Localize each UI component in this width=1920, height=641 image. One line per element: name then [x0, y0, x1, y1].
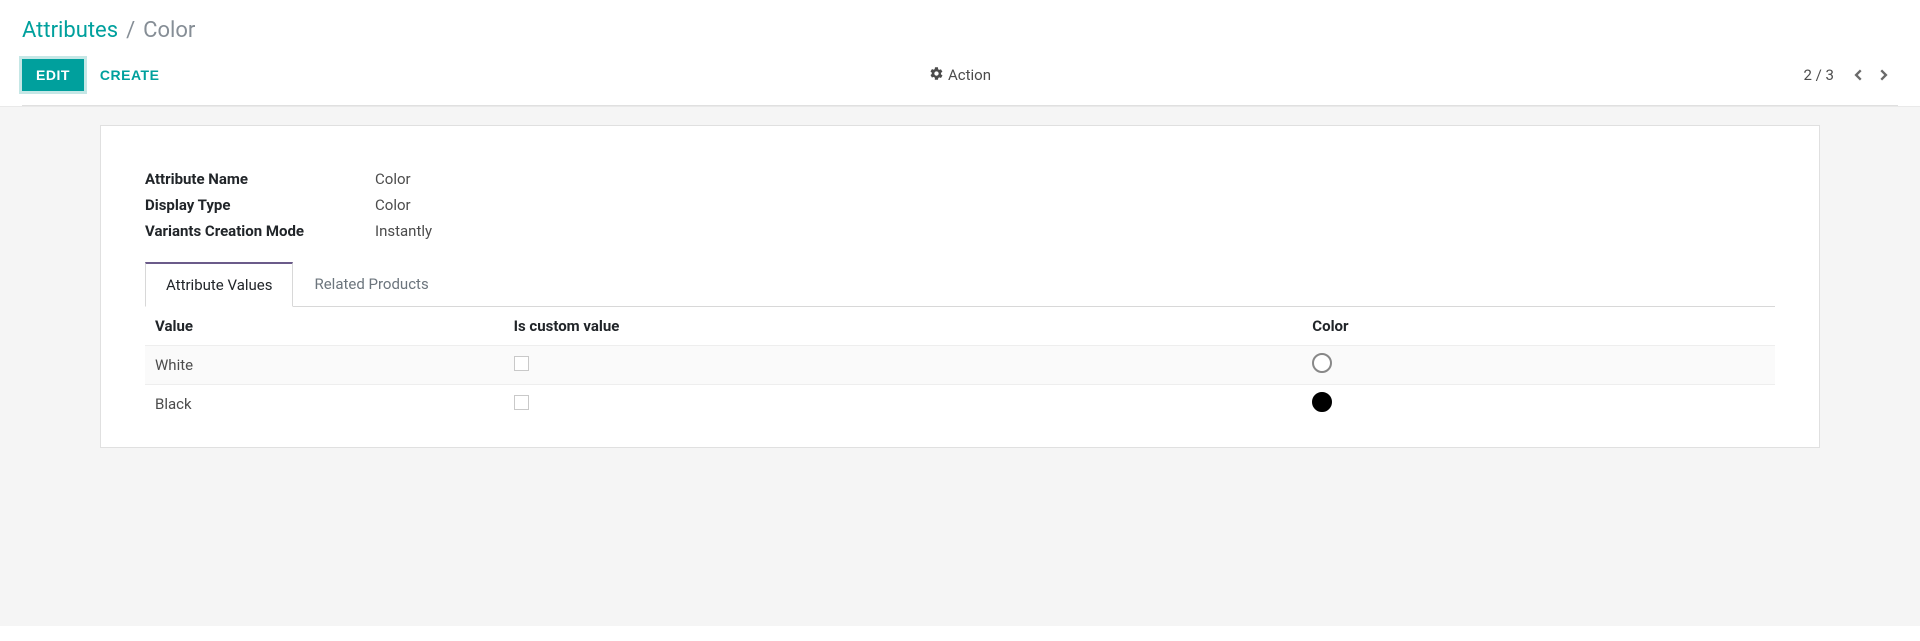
pager-text[interactable]: 2 / 3 — [1804, 66, 1835, 84]
tab-related-products[interactable]: Related Products — [293, 262, 449, 307]
cell-value: Black — [145, 385, 504, 424]
attribute-values-table: Value Is custom value Color WhiteBlack — [145, 307, 1775, 423]
tab-attribute-values[interactable]: Attribute Values — [145, 262, 293, 307]
form-value: Instantly — [375, 222, 432, 240]
form-label: Display Type — [145, 196, 375, 214]
cell-color — [1302, 346, 1775, 385]
checkbox-icon[interactable] — [514, 356, 529, 371]
form-value: Color — [375, 170, 411, 188]
breadcrumb-separator: / — [126, 18, 135, 43]
color-swatch[interactable] — [1312, 392, 1332, 412]
table-row[interactable]: Black — [145, 385, 1775, 424]
action-label: Action — [948, 66, 991, 84]
breadcrumb: Attributes / Color — [22, 18, 1898, 43]
pager-prev-button[interactable] — [1852, 66, 1866, 84]
checkbox-icon[interactable] — [514, 395, 529, 410]
col-header-value[interactable]: Value — [145, 307, 504, 346]
form-label: Variants Creation Mode — [145, 222, 375, 240]
cell-is-custom — [504, 346, 1303, 385]
cell-color — [1302, 385, 1775, 424]
toolbar: EDIT CREATE Action 2 / 3 — [22, 59, 1898, 106]
breadcrumb-root-link[interactable]: Attributes — [22, 18, 118, 43]
cell-value: White — [145, 346, 504, 385]
gear-icon — [929, 66, 944, 85]
edit-button[interactable]: EDIT — [22, 59, 84, 91]
form-label: Attribute Name — [145, 170, 375, 188]
create-button[interactable]: CREATE — [100, 67, 160, 83]
form-row: Attribute NameColor — [145, 170, 1775, 188]
color-swatch[interactable] — [1312, 353, 1332, 373]
breadcrumb-current: Color — [143, 18, 195, 43]
pager-next-button[interactable] — [1876, 66, 1890, 84]
form-value: Color — [375, 196, 411, 214]
col-header-is-custom[interactable]: Is custom value — [504, 307, 1303, 346]
form-row: Display TypeColor — [145, 196, 1775, 214]
col-header-color[interactable]: Color — [1302, 307, 1775, 346]
form-row: Variants Creation ModeInstantly — [145, 222, 1775, 240]
cell-is-custom — [504, 385, 1303, 424]
table-row[interactable]: White — [145, 346, 1775, 385]
form-sheet: Attribute NameColorDisplay TypeColorVari… — [100, 125, 1820, 448]
action-dropdown[interactable]: Action — [929, 66, 991, 85]
